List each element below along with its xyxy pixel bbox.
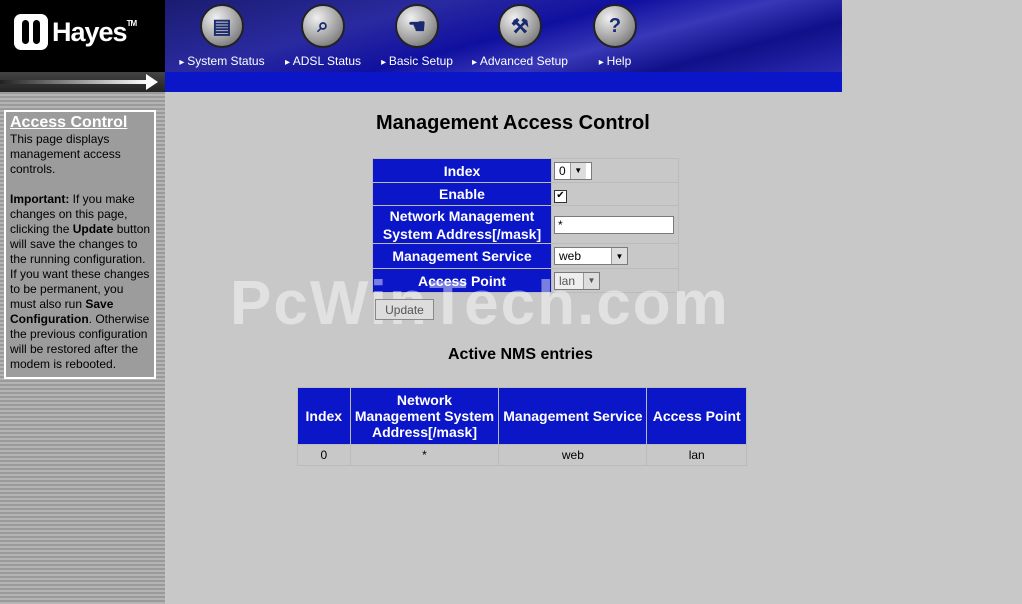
nms-address-input[interactable]: * xyxy=(554,215,674,234)
nav-advanced-setup[interactable]: ⚒ Advanced Setup xyxy=(470,0,570,72)
nms-table: Index Network Management System Address[… xyxy=(297,387,747,466)
hand-icon: ☚ xyxy=(395,4,439,48)
help-description: This page displays management access con… xyxy=(10,132,121,176)
enable-label: Enable xyxy=(372,182,552,206)
nav-strip xyxy=(165,72,842,92)
nav-basic-setup[interactable]: ☚ Basic Setup xyxy=(372,0,462,72)
nav-adsl-status[interactable]: ⌕ ADSL Status xyxy=(278,0,368,72)
nms-cell-index: 0 xyxy=(297,444,351,466)
top-nav: ▤ System Status ⌕ ADSL Status ☚ Basic Se… xyxy=(165,0,842,72)
help-box: Access Control This page displays manage… xyxy=(4,110,156,379)
nms-header-access-point: Access Point xyxy=(646,387,747,445)
nms-cell-service: web xyxy=(498,444,648,466)
logo-area: HayesTM xyxy=(0,0,165,72)
nms-header-row: Index Network Management System Address[… xyxy=(297,387,747,445)
nms-header-service: Management Service xyxy=(498,387,648,445)
watermark: PcWinTech.com xyxy=(230,269,730,338)
update-button[interactable]: Update xyxy=(375,299,434,320)
nms-section-title: Active NMS entries xyxy=(448,346,593,363)
trademark: TM xyxy=(126,18,138,28)
help-important: Important: If you make changes on this p… xyxy=(10,192,151,371)
chevron-down-icon: ▼ xyxy=(611,248,627,264)
management-service-label: Management Service xyxy=(372,243,552,269)
table-row: 0 * web lan xyxy=(297,444,747,466)
sidebar: Access Control This page displays manage… xyxy=(0,92,165,604)
question-icon: ? xyxy=(593,4,637,48)
management-service-select[interactable]: web ▼ xyxy=(554,247,628,265)
right-arrow-icon xyxy=(146,74,158,90)
magnifier-icon: ⌕ xyxy=(301,4,345,48)
nav-help[interactable]: ? Help xyxy=(580,0,650,72)
nms-header-index: Index xyxy=(297,387,351,445)
nms-address-label: Network Management System Address[/mask] xyxy=(372,205,552,244)
arrow-bar xyxy=(0,72,165,92)
nav-system-status[interactable]: ▤ System Status xyxy=(177,0,267,72)
chevron-down-icon: ▼ xyxy=(569,162,586,179)
nms-header-address: Network Management System Address[/mask] xyxy=(349,387,500,445)
index-label: Index xyxy=(372,158,552,183)
index-select[interactable]: 0 ▼ xyxy=(554,161,592,180)
enable-checkbox[interactable]: ✔ xyxy=(554,190,567,203)
nms-cell-access-point: lan xyxy=(646,444,747,466)
document-icon: ▤ xyxy=(200,4,244,48)
hayes-logo-icon xyxy=(14,14,48,50)
help-title[interactable]: Access Control xyxy=(10,114,152,132)
wrench-icon: ⚒ xyxy=(498,4,542,48)
hayes-logo: HayesTM xyxy=(14,14,138,50)
nms-cell-address: * xyxy=(349,444,500,466)
brand-name: Hayes xyxy=(52,16,128,47)
page-title: Management Access Control xyxy=(376,112,650,134)
